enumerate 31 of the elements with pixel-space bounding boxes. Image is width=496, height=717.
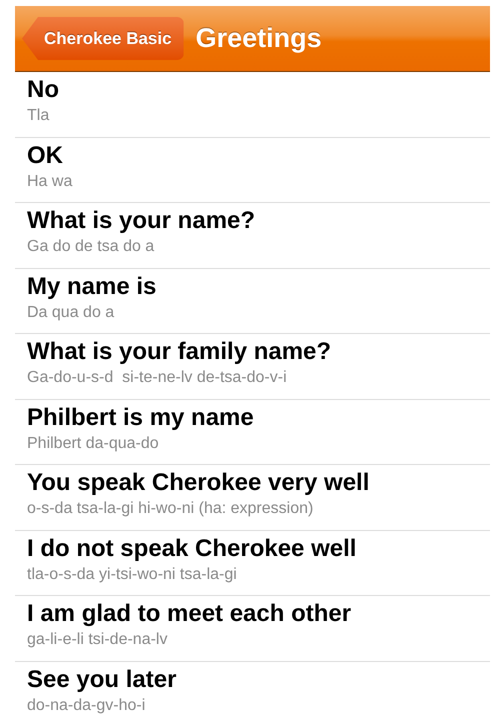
cherokee-translation: ga-li-e-li tsi-de-na-lv: [27, 630, 168, 650]
english-phrase: What is your family name?: [27, 337, 332, 367]
phrase-row[interactable]: See you later do-na-da-gv-ho-i: [15, 662, 490, 717]
phrase-row[interactable]: I do not speak Cherokee well tla-o-s-da yi-tsi-wo-ni tsa-la-gi: [15, 530, 490, 596]
cherokee-translation: Tla: [27, 106, 50, 126]
cherokee-translation: Ga do de tsa do a: [27, 237, 156, 257]
english-phrase: See you later: [27, 664, 178, 694]
phrase-row[interactable]: You speak Cherokee very well o-s-da tsa-la-gi hi-wo-ni (ha: expression): [15, 465, 490, 530]
phrase-row[interactable]: Philbert is my name Philbert da-qua-do: [15, 400, 490, 465]
english-phrase: You speak Cherokee very well: [27, 468, 370, 498]
cherokee-translation: do-na-da-gv-ho-i: [27, 696, 146, 716]
english-phrase: Philbert is my name: [27, 402, 255, 432]
cherokee-translation: Ha wa: [27, 172, 74, 192]
english-phrase: My name is: [27, 272, 158, 302]
cherokee-translation: o-s-da tsa-la-gi hi-wo-ni (ha: expression): [27, 499, 314, 519]
cherokee-translation: Da qua do a: [27, 302, 116, 322]
phrase-row[interactable]: No Tla: [15, 72, 490, 138]
english-phrase: I do not speak Cherokee well: [27, 534, 358, 564]
cherokee-translation: Philbert da-qua-do: [27, 434, 160, 454]
phrase-row[interactable]: What is your family name? Ga-do-u-s-d si-te-ne-lv de-tsa-do-v-i: [15, 334, 490, 400]
english-phrase: No: [27, 75, 60, 105]
screen-title: Greetings: [196, 23, 322, 54]
phrase-row[interactable]: OK Ha wa: [15, 138, 490, 203]
english-phrase: OK: [27, 140, 64, 170]
english-phrase: What is your name?: [27, 206, 256, 236]
cherokee-translation: tla-o-s-da yi-tsi-wo-ni tsa-la-gi: [27, 564, 238, 584]
cherokee-translation: Ga-do-u-s-d si-te-ne-lv de-tsa-do-v-i: [27, 368, 288, 388]
phrase-row[interactable]: My name is Da qua do a: [15, 268, 490, 334]
english-phrase: I am glad to meet each other: [27, 599, 352, 629]
phrase-row[interactable]: I am glad to meet each other ga-li-e-li tsi-de-na-lv: [15, 596, 490, 662]
phrase-row[interactable]: What is your name? Ga do de tsa do a: [15, 203, 490, 268]
